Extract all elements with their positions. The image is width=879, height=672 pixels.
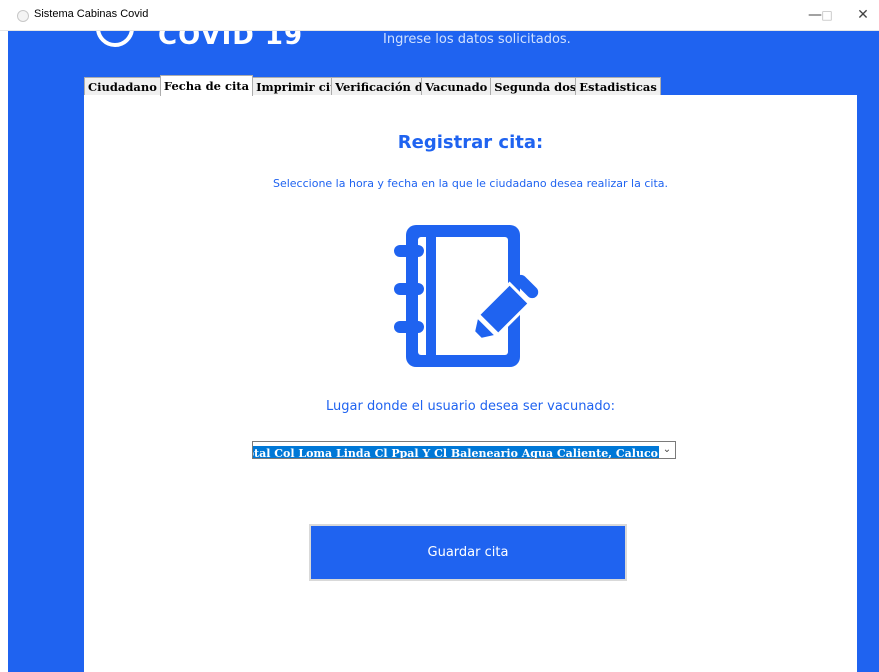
tab-estadisticas[interactable]: Estadisticas <box>575 77 661 96</box>
place-select[interactable]: Hosiptal Col Loma Linda Cl Ppal Y Cl Bal… <box>252 441 676 459</box>
place-selected-value: Hosiptal Col Loma Linda Cl Ppal Y Cl Bal… <box>253 446 659 458</box>
window-title: Sistema Cabinas Covid <box>34 8 149 20</box>
tab-verificacion[interactable]: Verificación d <box>331 77 423 96</box>
save-appointment-button[interactable]: Guardar cita <box>309 524 627 581</box>
header-subtitle: Ingrese los datos solicitados. <box>383 32 571 47</box>
app-window: COVID 19 Ingrese los datos solicitados. … <box>8 31 879 672</box>
tab-imprimir-cita[interactable]: Imprimir cita <box>252 77 333 96</box>
logo-text: COVID 19 <box>158 31 304 49</box>
instructions-text: Seleccione la hora y fecha en la que le … <box>272 177 668 190</box>
logo-icon <box>96 31 134 47</box>
app-header: COVID 19 Ingrese los datos solicitados. <box>8 31 879 49</box>
page-title: Registrar cita: <box>397 132 544 153</box>
app-icon <box>17 10 29 22</box>
notebook-pencil-icon <box>394 225 539 367</box>
tab-fecha-de-cita[interactable]: Fecha de cita <box>159 75 254 96</box>
place-label: Lugar donde el usuario desea ser vacunad… <box>326 399 615 414</box>
close-button[interactable]: ✕ <box>840 0 879 31</box>
tab-ciudadano[interactable]: Ciudadano <box>84 77 161 96</box>
tab-segunda-dosis[interactable]: Segunda dosi <box>490 77 577 96</box>
chevron-down-icon[interactable]: ⌄ <box>659 442 675 458</box>
tab-panel-fecha-de-cita: Registrar cita: Seleccione la hora y fec… <box>84 95 857 672</box>
tab-vacunado[interactable]: Vacunado <box>421 77 492 96</box>
window-titlebar: Sistema Cabinas Covid — □ ✕ <box>0 0 879 31</box>
tab-bar: Ciudadano Fecha de cita Imprimir cita Ve… <box>84 75 661 96</box>
